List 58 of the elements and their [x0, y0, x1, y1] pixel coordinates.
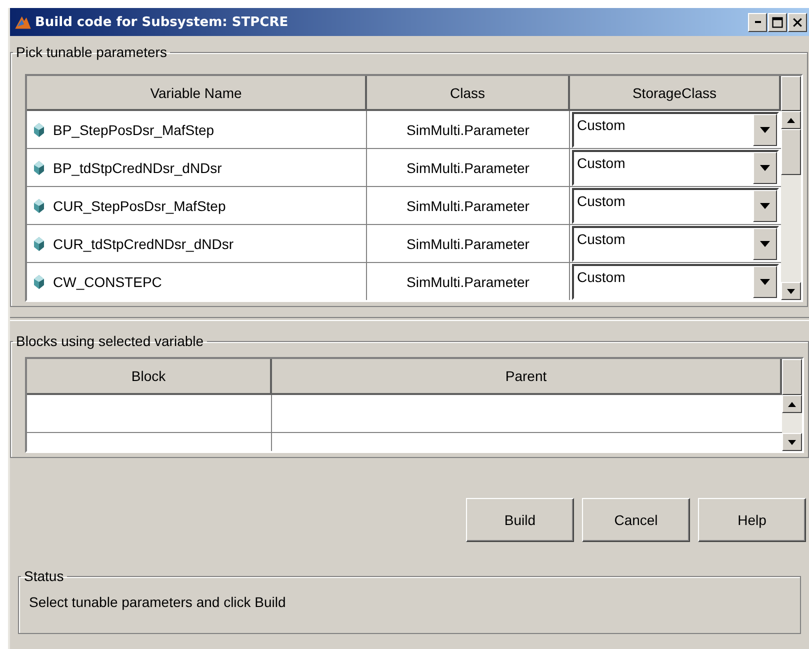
diamond-icon [33, 122, 45, 138]
diamond-icon [33, 236, 45, 252]
variable-name: CUR_tdStpCredNDsr_dNDsr [53, 236, 234, 252]
down-arrow-icon [760, 202, 770, 208]
storage-class-dropdown[interactable]: Custom [572, 150, 779, 186]
maximize-icon [772, 16, 783, 28]
scroll-up-button[interactable] [782, 395, 802, 413]
storage-class-dropdown[interactable]: Custom [572, 112, 779, 148]
close-button[interactable] [788, 12, 807, 32]
scroll-up-button[interactable] [781, 111, 801, 129]
dialog-button[interactable]: Build [466, 498, 574, 542]
close-icon [793, 18, 802, 26]
down-arrow-icon [760, 240, 770, 246]
down-arrow-icon [788, 440, 796, 444]
minimize-icon [754, 21, 760, 23]
up-arrow-icon [787, 118, 795, 122]
table-cell: SimMulti.Parameter [367, 263, 570, 300]
dropdown-button[interactable] [753, 152, 777, 184]
dialog-button[interactable]: Help [698, 498, 806, 542]
minimize-button[interactable] [748, 12, 767, 32]
table-cell: SimMulti.Parameter [367, 187, 570, 224]
dropdown-button[interactable] [753, 114, 777, 146]
storage-class-dropdown[interactable]: Custom [572, 264, 779, 300]
diamond-icon [33, 198, 45, 214]
variable-name: BP_StepPosDsr_MafStep [53, 122, 214, 138]
diamond-icon [33, 160, 45, 176]
down-arrow-icon [760, 164, 770, 170]
variable-name: CUR_StepPosDsr_MafStep [53, 198, 226, 214]
window-title: Build code for Subsystem: STPCRE [35, 14, 290, 30]
variable-name: BP_tdStpCredNDsr_dNDsr [53, 160, 222, 176]
column-header[interactable]: Class [367, 76, 570, 109]
dropdown-button[interactable] [753, 266, 777, 298]
scroll-thumb[interactable] [781, 129, 801, 175]
dropdown-button[interactable] [753, 228, 777, 260]
group-title: Status [23, 568, 65, 584]
variable-name: CW_CONSTEPC [53, 274, 162, 290]
scrollbar[interactable] [781, 111, 801, 300]
storage-class-dropdown[interactable]: Custom [572, 226, 779, 262]
column-header[interactable]: Variable Name [27, 76, 367, 109]
table-cell: SimMulti.Parameter [367, 225, 570, 262]
diamond-icon [33, 274, 45, 290]
table-cell: SimMulti.Parameter [367, 149, 570, 186]
status-message: Select tunable parameters and click Build [29, 593, 287, 610]
dialog-button[interactable]: Cancel [582, 498, 690, 542]
dropdown-button[interactable] [753, 190, 777, 222]
up-arrow-icon [788, 402, 796, 406]
down-arrow-icon [787, 288, 795, 294]
group-title: Blocks using selected variable [15, 333, 205, 349]
storage-class-dropdown[interactable]: Custom [572, 188, 779, 224]
scroll-down-button[interactable] [781, 282, 801, 300]
down-arrow-icon [760, 278, 770, 284]
maximize-button[interactable] [768, 12, 787, 32]
down-arrow-icon [760, 126, 770, 132]
column-header[interactable]: Block [27, 359, 272, 393]
group-title: Pick tunable parameters [15, 44, 168, 60]
table-cell: SimMulti.Parameter [367, 111, 570, 148]
scroll-down-button[interactable] [782, 433, 802, 451]
scrollbar[interactable] [782, 395, 802, 451]
